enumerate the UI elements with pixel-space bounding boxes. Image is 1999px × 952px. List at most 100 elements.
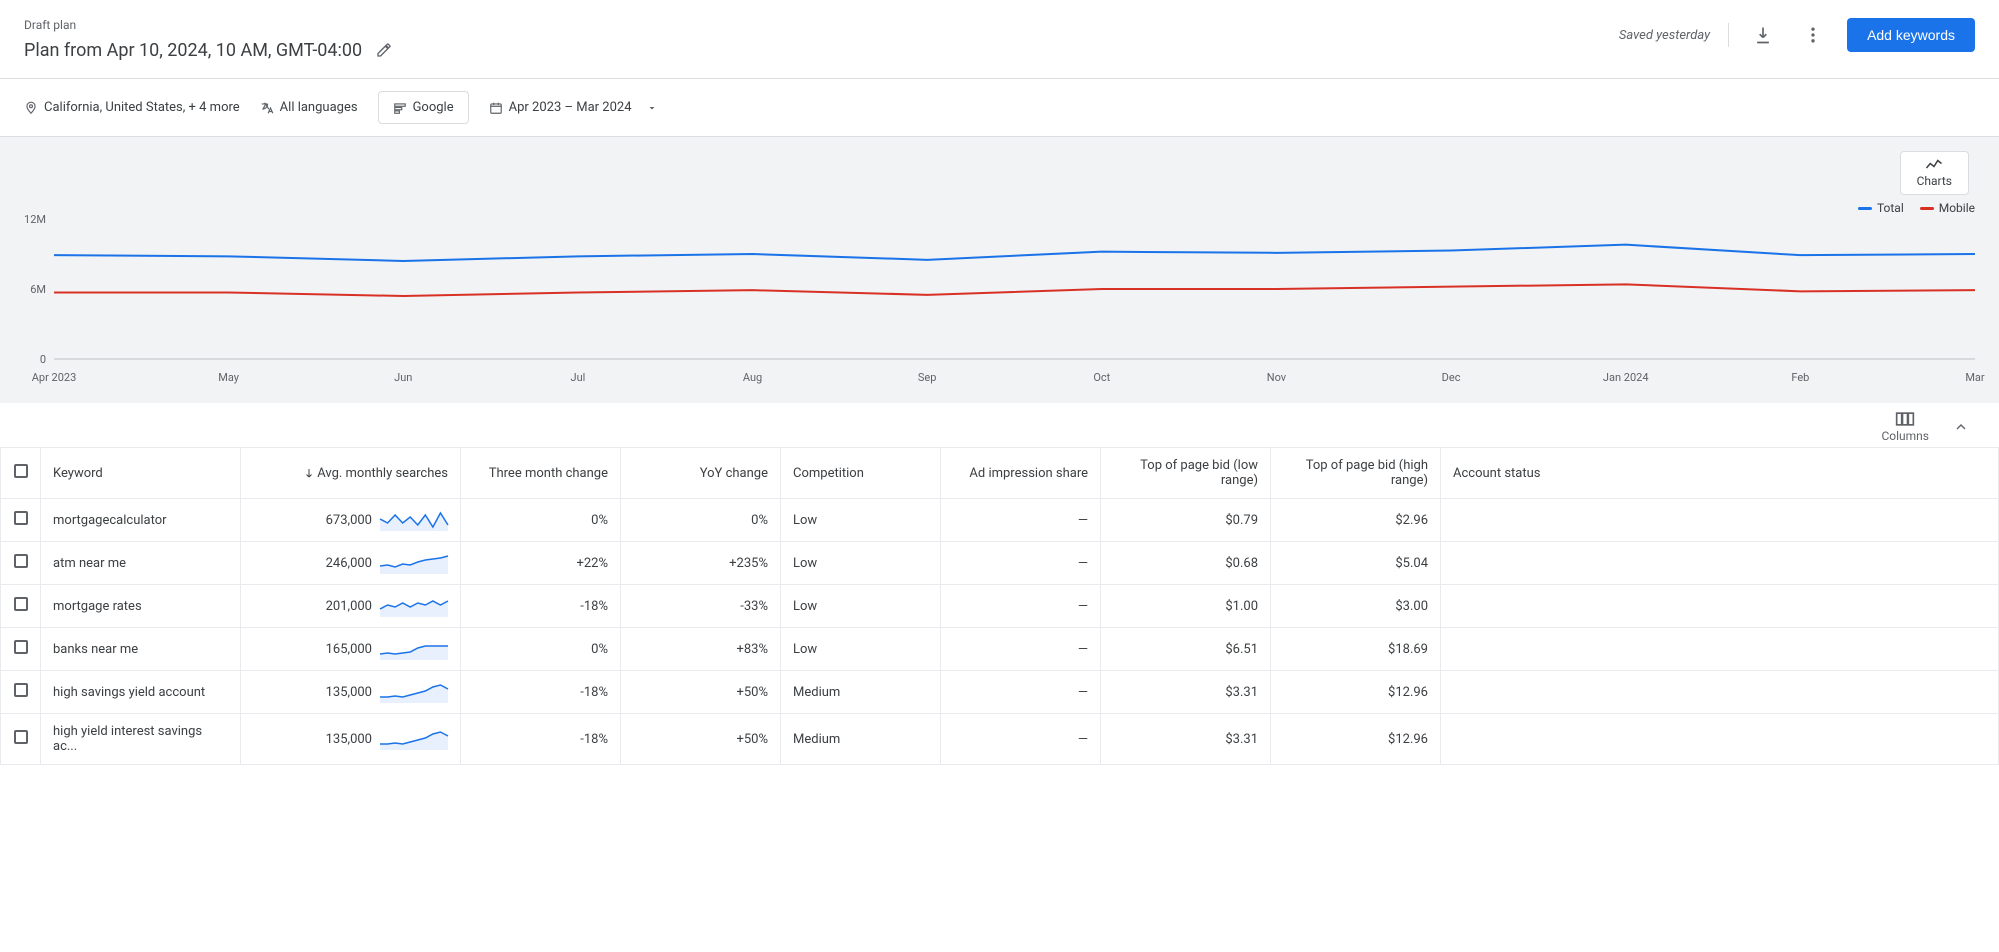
col-competition[interactable]: Competition (781, 448, 941, 499)
chevron-down-icon (646, 102, 658, 114)
filter-bar: California, United States, + 4 more All … (0, 79, 1999, 137)
svg-text:12M: 12M (24, 213, 46, 226)
col-bid-high[interactable]: Top of page bid (high range) (1271, 448, 1441, 499)
edit-icon[interactable] (370, 36, 398, 64)
location-filter[interactable]: California, United States, + 4 more (24, 100, 240, 115)
translate-icon (260, 101, 274, 115)
date-text: Apr 2023 – Mar 2024 (509, 100, 632, 115)
cell-keyword: high savings yield account (41, 671, 241, 714)
cell-competition: Low (781, 628, 941, 671)
col-three-month[interactable]: Three month change (461, 448, 621, 499)
col-ad-share[interactable]: Ad impression share (941, 448, 1101, 499)
cell-bid-high: $12.96 (1271, 671, 1441, 714)
sparkline (380, 509, 448, 531)
svg-text:Dec: Dec (1442, 371, 1461, 384)
sparkline (380, 638, 448, 660)
add-keywords-button[interactable]: Add keywords (1847, 18, 1975, 52)
charts-toggle-button[interactable]: Charts (1900, 151, 1969, 195)
row-checkbox[interactable] (14, 554, 28, 568)
location-text: California, United States, + 4 more (44, 100, 240, 115)
cell-ad-share: — (941, 542, 1101, 585)
header-right: Saved yesterday Add keywords (1619, 18, 1975, 52)
row-checkbox[interactable] (14, 640, 28, 654)
cell-ad-share: — (941, 628, 1101, 671)
cell-three-month: -18% (461, 671, 621, 714)
svg-text:Mar: Mar (1965, 371, 1985, 384)
cell-account-status (1441, 585, 1999, 628)
network-icon (393, 101, 407, 115)
svg-text:Feb: Feb (1791, 371, 1809, 384)
cell-account-status (1441, 714, 1999, 765)
cell-account-status (1441, 499, 1999, 542)
cell-ad-share: — (941, 714, 1101, 765)
title-row: Plan from Apr 10, 2024, 10 AM, GMT-04:00 (24, 36, 398, 64)
sort-down-icon (303, 467, 315, 479)
cell-avg: 165,000 (241, 628, 461, 671)
cell-keyword: mortgagecalculator (41, 499, 241, 542)
svg-text:Aug: Aug (743, 371, 762, 384)
cell-avg: 673,000 (241, 499, 461, 542)
checkbox-all[interactable] (14, 464, 28, 478)
cell-yoy: 0% (621, 499, 781, 542)
columns-icon (1895, 411, 1915, 427)
cell-competition: Low (781, 585, 941, 628)
more-icon[interactable] (1797, 19, 1829, 51)
cell-account-status (1441, 628, 1999, 671)
cell-competition: Low (781, 499, 941, 542)
svg-text:Nov: Nov (1267, 371, 1287, 384)
columns-label: Columns (1881, 429, 1929, 443)
row-checkbox[interactable] (14, 597, 28, 611)
cell-keyword: atm near me (41, 542, 241, 585)
col-keyword[interactable]: Keyword (41, 448, 241, 499)
table-row[interactable]: high savings yield account 135,000 -18% … (1, 671, 1999, 714)
chart-legend: Total Mobile (1858, 201, 1975, 215)
cell-yoy: +235% (621, 542, 781, 585)
cell-keyword: high yield interest savings ac... (41, 714, 241, 765)
cell-yoy: +83% (621, 628, 781, 671)
columns-button[interactable]: Columns (1881, 411, 1929, 443)
language-text: All languages (280, 100, 358, 115)
table-row[interactable]: banks near me 165,000 0% +83% Low — $6.5… (1, 628, 1999, 671)
row-checkbox[interactable] (14, 683, 28, 697)
cell-yoy: +50% (621, 714, 781, 765)
cell-account-status (1441, 542, 1999, 585)
language-filter[interactable]: All languages (260, 100, 358, 115)
cell-competition: Medium (781, 671, 941, 714)
collapse-icon[interactable] (1947, 413, 1975, 441)
col-avg[interactable]: Avg. monthly searches (241, 448, 461, 499)
col-account-status[interactable]: Account status (1441, 448, 1999, 499)
cell-bid-high: $3.00 (1271, 585, 1441, 628)
cell-competition: Medium (781, 714, 941, 765)
legend-mobile: Mobile (1920, 201, 1975, 215)
network-filter[interactable]: Google (378, 91, 469, 124)
calendar-icon (489, 101, 503, 115)
cell-ad-share: — (941, 499, 1101, 542)
cell-bid-high: $12.96 (1271, 714, 1441, 765)
svg-text:6M: 6M (30, 283, 46, 296)
table-row[interactable]: high yield interest savings ac... 135,00… (1, 714, 1999, 765)
cell-bid-low: $3.31 (1101, 714, 1271, 765)
col-bid-low[interactable]: Top of page bid (low range) (1101, 448, 1271, 499)
row-checkbox[interactable] (14, 730, 28, 744)
plan-label: Draft plan (24, 18, 398, 32)
cell-account-status (1441, 671, 1999, 714)
cell-bid-high: $2.96 (1271, 499, 1441, 542)
network-text: Google (413, 100, 454, 115)
saved-status: Saved yesterday (1619, 28, 1710, 43)
download-icon[interactable] (1747, 19, 1779, 51)
trend-chart: 06M12MApr 2023MayJunJulAugSepOctNovDecJa… (14, 149, 1985, 389)
charts-btn-label: Charts (1917, 174, 1952, 188)
svg-text:May: May (218, 371, 240, 384)
keywords-table: Keyword Avg. monthly searches Three mont… (0, 447, 1999, 765)
table-row[interactable]: mortgagecalculator 673,000 0% 0% Low — $… (1, 499, 1999, 542)
table-row[interactable]: atm near me 246,000 +22% +235% Low — $0.… (1, 542, 1999, 585)
row-checkbox[interactable] (14, 511, 28, 525)
page-header: Draft plan Plan from Apr 10, 2024, 10 AM… (0, 0, 1999, 79)
cell-bid-high: $5.04 (1271, 542, 1441, 585)
header-left: Draft plan Plan from Apr 10, 2024, 10 AM… (24, 18, 398, 64)
svg-text:Oct: Oct (1093, 371, 1110, 384)
table-row[interactable]: mortgage rates 201,000 -18% -33% Low — $… (1, 585, 1999, 628)
date-filter[interactable]: Apr 2023 – Mar 2024 (489, 100, 658, 115)
col-yoy[interactable]: YoY change (621, 448, 781, 499)
col-checkbox (1, 448, 41, 499)
